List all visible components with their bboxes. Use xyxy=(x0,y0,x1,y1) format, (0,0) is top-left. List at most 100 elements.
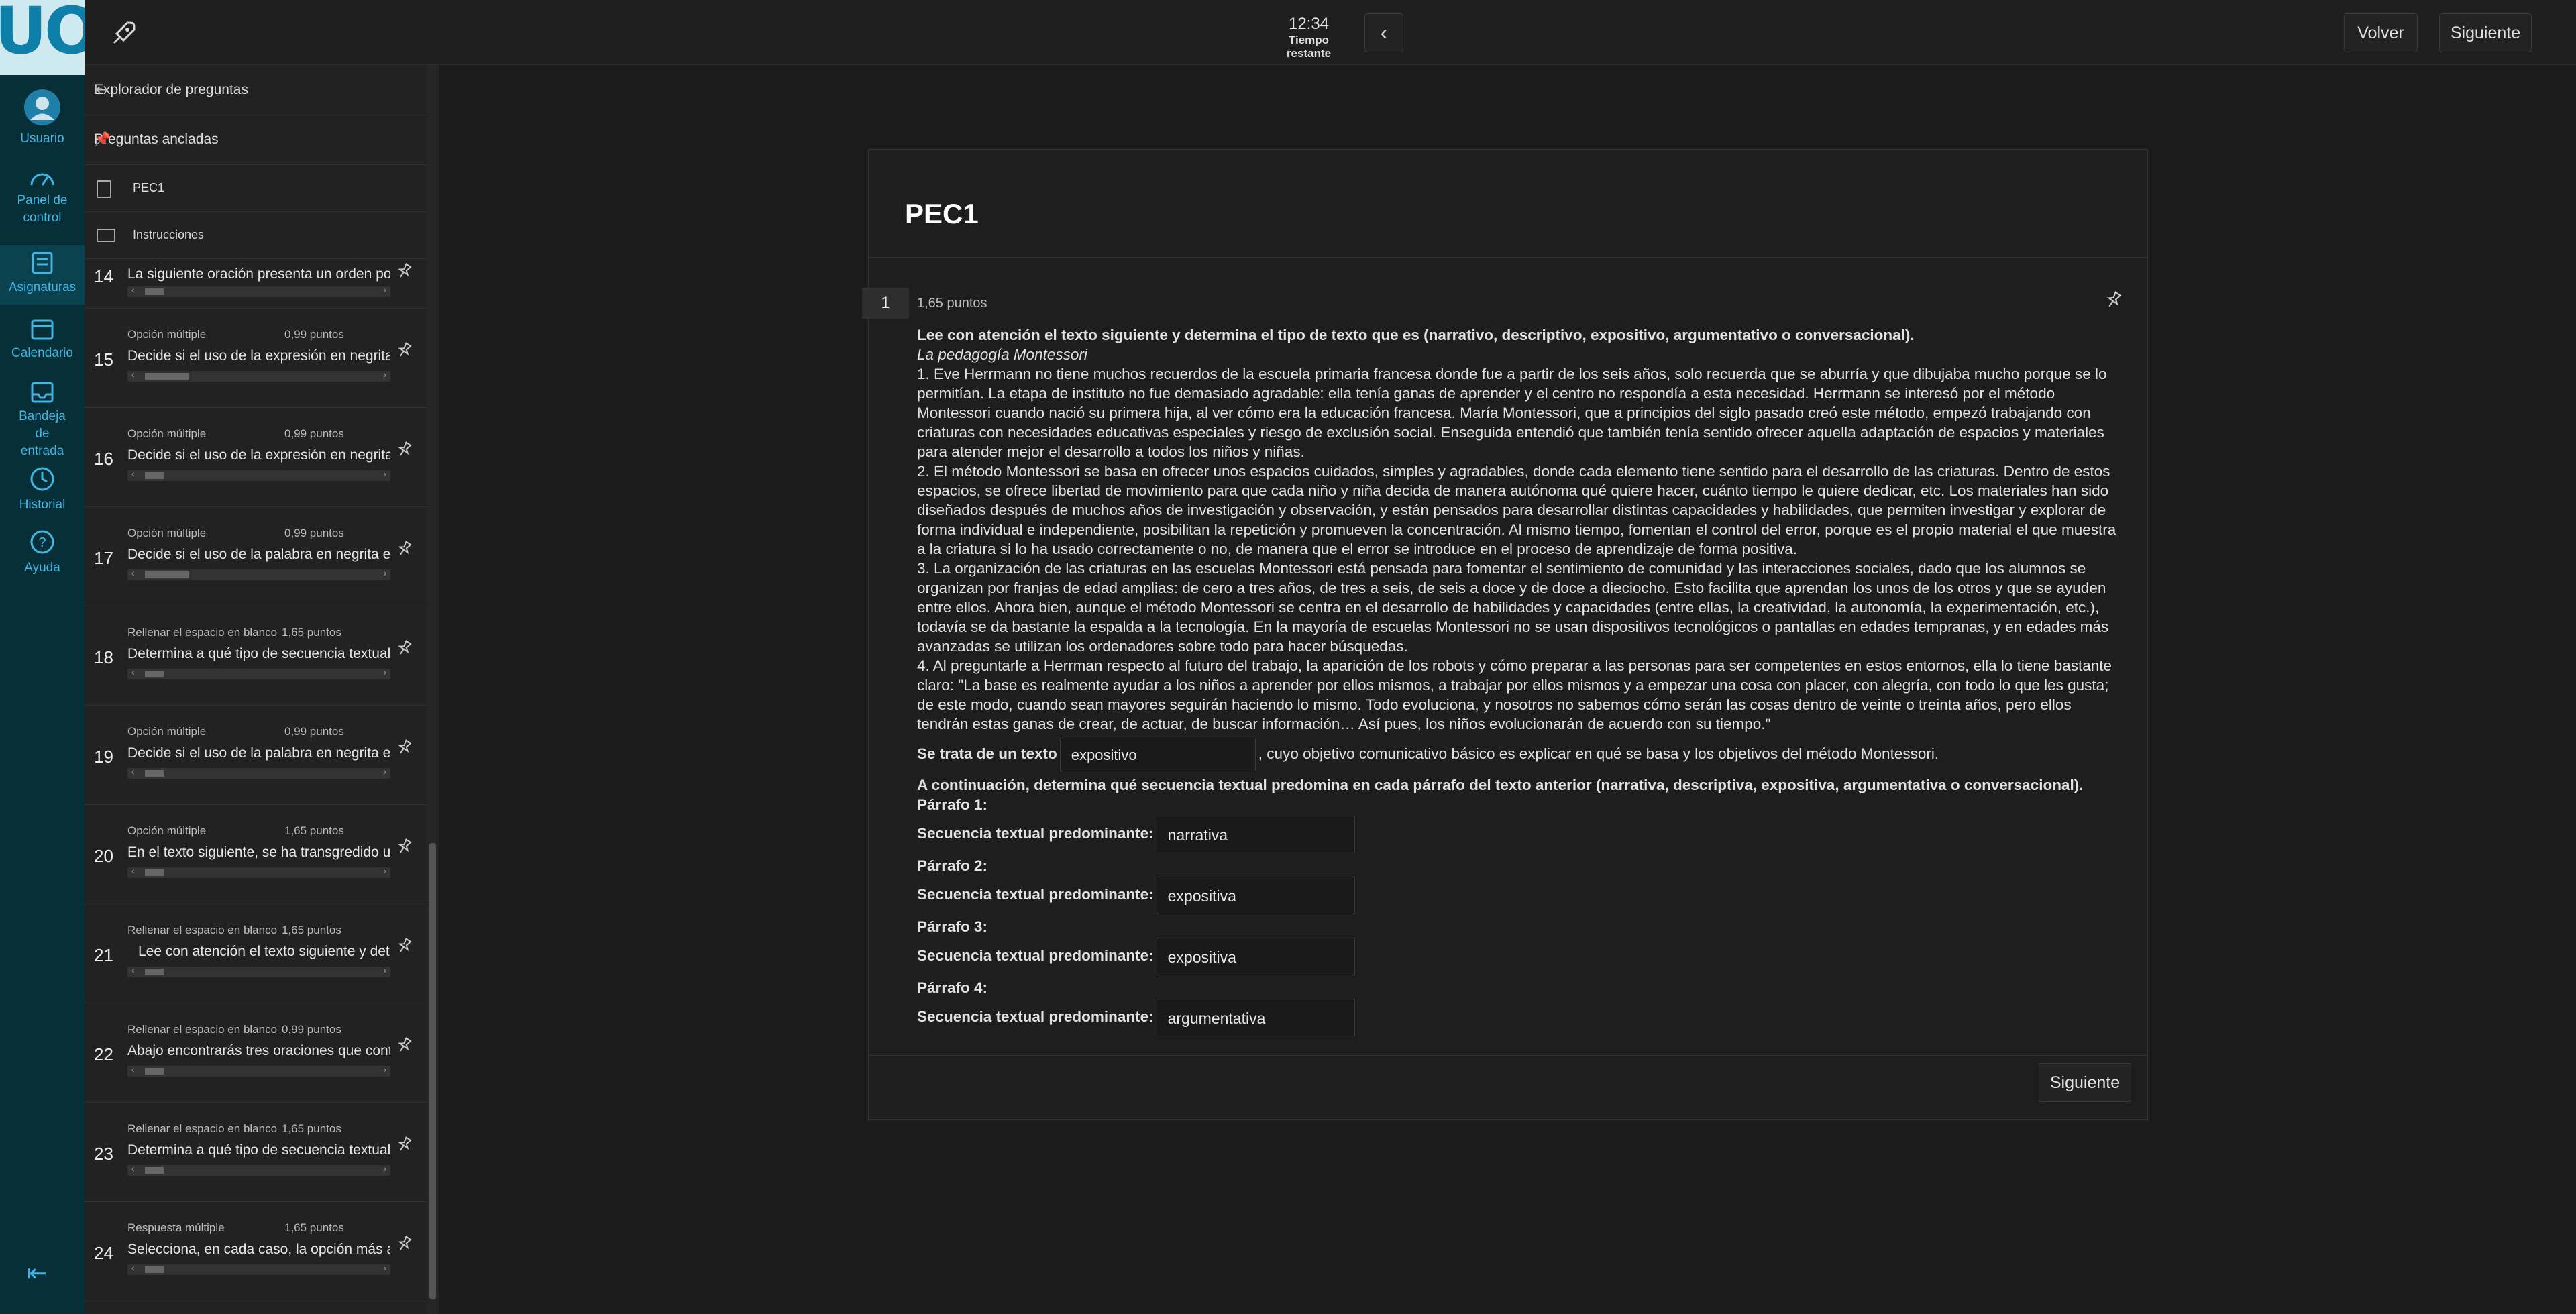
pin-icon[interactable] xyxy=(396,540,413,557)
paragraph-label: Párrafo 3: xyxy=(917,918,988,935)
question-points: 1,65 puntos xyxy=(284,824,344,837)
collapse-rail-icon[interactable]: ⇤ xyxy=(27,1259,47,1287)
pin-icon[interactable] xyxy=(396,341,413,359)
question-points: 1,65 puntos xyxy=(282,924,341,936)
rail-item-usuario[interactable]: Usuario xyxy=(0,89,85,148)
question-number: 17 xyxy=(94,548,113,568)
pin-icon[interactable] xyxy=(396,639,413,657)
question-item-22[interactable]: Rellenar el espacio en blanco 0,99 punto… xyxy=(85,1003,427,1103)
pin-icon[interactable] xyxy=(396,1036,413,1054)
pin-icon[interactable] xyxy=(396,262,413,280)
inbox-icon xyxy=(31,382,54,403)
rail-item-panel-de-control[interactable]: Panel de control xyxy=(0,168,85,227)
pin-icon[interactable] xyxy=(2104,290,2123,309)
rail-item-ayuda[interactable]: ? Ayuda xyxy=(0,529,85,577)
question-number-badge: 1 xyxy=(862,288,909,319)
question-scrollbar[interactable]: ‹ › xyxy=(127,284,390,297)
question-number: 18 xyxy=(94,647,113,667)
question-text: Lee con atención el texto siguiente y de… xyxy=(138,944,390,959)
left-navigation-rail: UOC Usuario Panel de control Asignaturas… xyxy=(0,0,85,1314)
subjects-icon xyxy=(32,252,53,274)
pin-icon[interactable] xyxy=(396,937,413,954)
question-body: Lee con atención el texto siguiente y de… xyxy=(917,325,2118,1037)
collapse-panel-icon[interactable]: ⇤ xyxy=(94,65,427,115)
question-scrollbar[interactable]: ‹ › xyxy=(127,567,390,580)
question-item-14[interactable]: 14 La siguiente oración presenta un orde… xyxy=(85,257,427,309)
question-item-19[interactable]: Opción múltiple 0,99 puntos 19 Decide si… xyxy=(85,705,427,805)
pin-icon: 📌 xyxy=(94,132,111,147)
sequence-row-1: Secuencia textual predominante: narrativa xyxy=(917,814,2118,854)
rail-item-historial[interactable]: Historial xyxy=(0,466,85,514)
question-item-23[interactable]: Rellenar el espacio en blanco 1,65 punto… xyxy=(85,1102,427,1202)
text-type-input[interactable]: expositivo xyxy=(1059,738,1256,771)
sequence-row-3: Secuencia textual predominante: expositiv… xyxy=(917,936,2118,976)
question-text: Determina a qué tipo de secuencia textua… xyxy=(127,646,390,661)
question-type: Opción múltiple xyxy=(127,527,207,539)
svg-text:?: ? xyxy=(38,535,46,550)
exam-card: PEC1 1 1,65 puntos Lee con atención el t… xyxy=(862,149,2148,1120)
sequence-input-2[interactable]: expositiva xyxy=(1156,877,1355,915)
question-scrollbar[interactable]: ‹ › xyxy=(127,468,390,481)
question-scrollbar[interactable]: ‹ › xyxy=(127,1064,390,1077)
rocket-icon[interactable] xyxy=(107,19,138,50)
top-next-button[interactable]: Siguiente xyxy=(2439,13,2532,52)
pin-icon[interactable] xyxy=(396,738,413,756)
question-scrollbar[interactable]: ‹ › xyxy=(127,1163,390,1176)
question-item-15[interactable]: Opción múltiple 0,99 puntos 15 Decide si… xyxy=(85,308,427,408)
question-item-17[interactable]: Opción múltiple 0,99 puntos 17 Decide si… xyxy=(85,506,427,606)
question-scrollbar[interactable]: ‹ › xyxy=(127,369,390,382)
pinned-item-pec1[interactable]: PEC1 xyxy=(85,164,439,212)
uoc-logo[interactable]: UOC xyxy=(0,0,85,75)
divider xyxy=(869,1055,2147,1056)
rail-item-bandeja-de-entrada[interactable]: Bandeja de entrada xyxy=(0,381,85,460)
paragraph-4: 4. Al preguntarle a Herrman respecto al … xyxy=(917,657,2112,732)
sequence-label: Secuencia textual predominante: xyxy=(917,825,1154,842)
question-number: 23 xyxy=(94,1144,113,1164)
document-icon xyxy=(97,180,111,198)
question-scrollbar[interactable]: ‹ › xyxy=(127,1262,390,1275)
question-item-16[interactable]: Opción múltiple 0,99 puntos 16 Decide si… xyxy=(85,407,427,507)
pin-icon[interactable] xyxy=(396,441,413,458)
back-button[interactable]: Volver xyxy=(2344,13,2418,52)
sequence-label: Secuencia textual predominante: xyxy=(917,1008,1154,1025)
explorer-header: Explorador de preguntas ⇤ xyxy=(85,65,439,115)
time-value: 12:34 xyxy=(1288,15,1330,33)
question-scrollbar[interactable]: ‹ › xyxy=(127,865,390,878)
question-item-18[interactable]: Rellenar el espacio en blanco 1,65 punto… xyxy=(85,606,427,706)
pin-icon[interactable] xyxy=(396,838,413,855)
text-type-sentence: Se trata de un texto expositivo, cuyo obj… xyxy=(917,738,2118,771)
rail-label: Ayuda xyxy=(24,561,60,575)
question-item-21[interactable]: Rellenar el espacio en blanco 1,65 punto… xyxy=(85,904,427,1003)
question-item-20[interactable]: Opción múltiple 1,65 puntos 20 En el tex… xyxy=(85,804,427,904)
question-points: 1,65 puntos xyxy=(917,296,987,311)
question-instruction: Lee con atención el texto siguiente y de… xyxy=(917,327,1915,343)
instructions-label: Instrucciones xyxy=(133,228,205,241)
page-title: PEC1 xyxy=(905,198,979,229)
rail-label: Usuario xyxy=(20,131,64,146)
question-scrollbar[interactable]: ‹ › xyxy=(127,667,390,679)
scrollbar-thumb[interactable] xyxy=(429,843,436,1299)
sequence-input-1[interactable]: narrativa xyxy=(1156,816,1355,854)
question-item-24[interactable]: Respuesta múltiple 1,65 puntos 24 Selecc… xyxy=(85,1201,427,1301)
pinned-item-instrucciones[interactable]: Instrucciones xyxy=(85,211,439,259)
pin-icon[interactable] xyxy=(396,1235,413,1252)
question-scrollbar[interactable]: ‹ › xyxy=(127,766,390,779)
text-title: La pedagogía Montessori xyxy=(917,346,1087,363)
collapse-timer-button[interactable]: ‹ xyxy=(1364,13,1403,52)
time-remaining: 12:34 Tiempo restante xyxy=(1272,15,1346,60)
next-button[interactable]: Siguiente xyxy=(2039,1063,2131,1102)
fill-prefix: Se trata de un texto xyxy=(917,745,1057,762)
question-type: Respuesta múltiple xyxy=(127,1221,225,1234)
question-text: Determina a qué tipo de secuencia textua… xyxy=(127,1142,390,1158)
rail-label: Bandeja de entrada xyxy=(19,409,66,458)
pin-icon[interactable] xyxy=(396,1136,413,1153)
panel-scrollbar[interactable] xyxy=(427,65,439,1314)
question-scrollbar[interactable]: ‹ › xyxy=(127,965,390,977)
dashboard-icon xyxy=(30,173,54,186)
question-points: 0,99 puntos xyxy=(284,725,344,738)
rail-item-calendario[interactable]: Calendario xyxy=(0,317,85,362)
question-number: 22 xyxy=(94,1044,113,1064)
rail-item-asignaturas[interactable]: Asignaturas xyxy=(0,245,85,305)
sequence-input-4[interactable]: argumentativa xyxy=(1156,999,1355,1037)
sequence-input-3[interactable]: expositiva xyxy=(1156,938,1355,976)
